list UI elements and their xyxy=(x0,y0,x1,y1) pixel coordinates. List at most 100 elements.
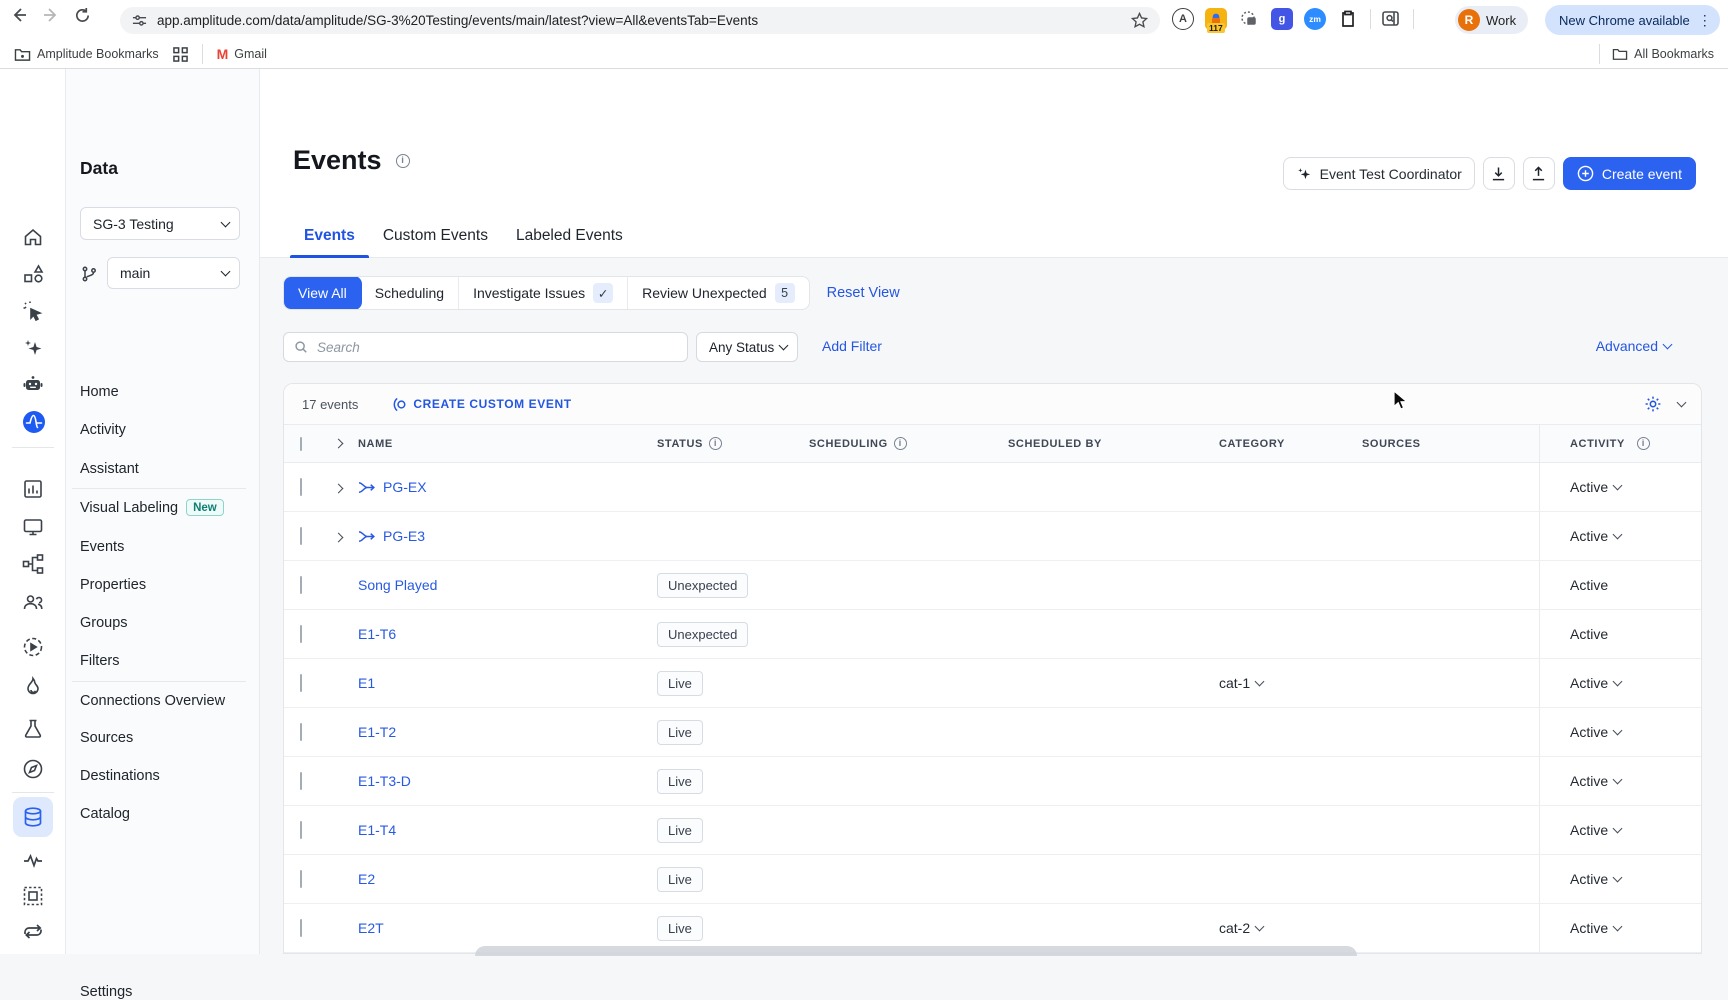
swap-arrows-icon[interactable] xyxy=(22,920,44,942)
column-scheduled-by[interactable]: SCHEDULED BY xyxy=(1008,438,1209,450)
url-text[interactable]: app.amplitude.com/data/amplitude/SG-3%20… xyxy=(157,13,1131,28)
extension-g-icon[interactable]: g xyxy=(1271,8,1293,30)
sidebar-item-connections-overview[interactable]: Connections Overview xyxy=(80,693,225,709)
event-name-link[interactable]: E1 xyxy=(358,675,375,691)
status-filter-dropdown[interactable]: Any Status xyxy=(696,332,798,362)
monitor-icon[interactable] xyxy=(22,516,44,538)
users-icon[interactable] xyxy=(22,591,44,613)
category-dropdown[interactable]: cat-2 xyxy=(1209,920,1362,936)
table-row[interactable]: PG-EX Active xyxy=(284,463,1701,512)
row-checkbox[interactable] xyxy=(300,674,302,692)
activity-dropdown[interactable]: Active xyxy=(1539,659,1699,707)
row-checkbox[interactable] xyxy=(300,478,302,496)
browser-profile-chip[interactable]: R Work xyxy=(1455,6,1528,34)
amplitude-logo-icon[interactable] xyxy=(22,410,44,432)
row-checkbox[interactable] xyxy=(300,821,302,839)
project-select[interactable]: SG-3 Testing xyxy=(80,207,240,240)
sidebar-item-properties[interactable]: Properties xyxy=(80,577,146,593)
sidebar-item-destinations[interactable]: Destinations xyxy=(80,768,160,784)
row-checkbox[interactable] xyxy=(300,625,302,643)
column-category[interactable]: CATEGORY xyxy=(1209,438,1362,450)
event-name-link[interactable]: PG-E3 xyxy=(383,528,425,544)
sidebar-item-groups[interactable]: Groups xyxy=(80,615,128,631)
expand-chevron-icon[interactable] xyxy=(334,533,344,543)
column-scheduling[interactable]: SCHEDULINGi xyxy=(809,437,1008,450)
event-name-link[interactable]: Song Played xyxy=(358,577,437,593)
extension-a-icon[interactable]: A xyxy=(1172,8,1194,30)
activity-dropdown[interactable]: Active xyxy=(1539,708,1699,756)
extension-zm-icon[interactable]: zm xyxy=(1304,8,1326,30)
signal-pulse-icon[interactable] xyxy=(22,849,44,871)
all-bookmarks[interactable]: All Bookmarks xyxy=(1612,47,1714,61)
chevron-down-icon[interactable] xyxy=(1677,398,1687,408)
activity-dropdown[interactable]: Active xyxy=(1539,757,1699,805)
row-checkbox[interactable] xyxy=(300,723,302,741)
bookmark-folder[interactable]: Amplitude Bookmarks xyxy=(14,47,159,62)
expand-chevron-icon[interactable] xyxy=(334,484,344,494)
column-sources[interactable]: SOURCES xyxy=(1362,438,1539,450)
sidebar-item-assistant[interactable]: Assistant xyxy=(80,461,139,477)
segment-view-all[interactable]: View All xyxy=(283,276,362,310)
table-row[interactable]: PG-E3 Active xyxy=(284,512,1701,561)
category-dropdown[interactable]: cat-1 xyxy=(1209,675,1362,691)
activity-dropdown[interactable]: Active xyxy=(1539,463,1699,511)
table-row[interactable]: Song Played Unexpected Active xyxy=(284,561,1701,610)
segment-review-unexpected[interactable]: Review Unexpected5 xyxy=(628,277,809,309)
sidebar-item-sources[interactable]: Sources xyxy=(80,730,133,746)
column-status[interactable]: STATUSi xyxy=(657,437,809,450)
chart-icon[interactable] xyxy=(22,478,44,500)
chrome-update-chip[interactable]: New Chrome available ⋮ xyxy=(1545,5,1720,35)
branch-select[interactable]: main xyxy=(107,257,240,289)
activity-dropdown[interactable]: Active xyxy=(1539,806,1699,854)
sidebar-item-catalog[interactable]: Catalog xyxy=(80,806,130,822)
extension-clipboard-icon[interactable] xyxy=(1337,8,1359,30)
add-filter-link[interactable]: Add Filter xyxy=(822,338,882,354)
event-name-link[interactable]: E2 xyxy=(358,871,375,887)
flame-icon[interactable] xyxy=(22,676,44,698)
column-activity[interactable]: ACTIVITYi xyxy=(1539,425,1699,462)
tab-custom-events[interactable]: Custom Events xyxy=(369,227,502,257)
sidebar-item-activity[interactable]: Activity xyxy=(80,422,126,438)
tab-labeled-events[interactable]: Labeled Events xyxy=(502,227,637,257)
row-checkbox[interactable] xyxy=(300,527,302,545)
site-settings-icon[interactable] xyxy=(132,13,147,28)
activity-dropdown[interactable]: Active xyxy=(1539,855,1699,903)
row-checkbox[interactable] xyxy=(300,870,302,888)
dashed-square-icon[interactable] xyxy=(22,885,44,907)
event-name-link[interactable]: E1-T2 xyxy=(358,724,396,740)
table-row[interactable]: E1 Live cat-1 Active xyxy=(284,659,1701,708)
cursor-click-icon[interactable] xyxy=(22,300,44,322)
shapes-icon[interactable] xyxy=(22,263,44,285)
select-all-checkbox[interactable] xyxy=(300,437,302,451)
table-row[interactable]: E2 Live Active xyxy=(284,855,1701,904)
extension-counter-icon[interactable]: 117 xyxy=(1205,8,1227,30)
sidebar-item-home[interactable]: Home xyxy=(80,384,119,400)
event-name-link[interactable]: E2T xyxy=(358,920,384,936)
forward-icon[interactable] xyxy=(42,6,60,24)
tab-search-icon[interactable] xyxy=(1382,10,1402,28)
back-icon[interactable] xyxy=(10,6,28,24)
reload-icon[interactable] xyxy=(74,7,91,24)
download-button[interactable] xyxy=(1483,157,1515,190)
browser-menu-icon[interactable]: ⋮ xyxy=(1698,12,1712,29)
event-test-coordinator-button[interactable]: Event Test Coordinator xyxy=(1283,157,1475,190)
sidebar-item-visual-labeling[interactable]: Visual LabelingNew xyxy=(80,499,224,516)
column-name[interactable]: NAME xyxy=(358,438,657,450)
apps-grid-icon[interactable] xyxy=(173,47,188,62)
sidebar-item-filters[interactable]: Filters xyxy=(80,653,119,669)
create-event-button[interactable]: Create event xyxy=(1563,157,1696,190)
home-icon[interactable] xyxy=(22,226,44,248)
chevron-right-icon[interactable] xyxy=(334,438,344,448)
table-row[interactable]: E1-T4 Live Active xyxy=(284,806,1701,855)
event-name-link[interactable]: E1-T4 xyxy=(358,822,396,838)
reset-view-link[interactable]: Reset View xyxy=(827,285,900,301)
sparkles-icon[interactable] xyxy=(22,337,44,359)
info-icon[interactable]: i xyxy=(396,154,410,168)
create-custom-event-link[interactable]: CREATE CUSTOM EVENT xyxy=(392,397,571,412)
bookmark-star-icon[interactable] xyxy=(1131,12,1148,29)
url-bar[interactable]: app.amplitude.com/data/amplitude/SG-3%20… xyxy=(120,7,1160,34)
event-name-link[interactable]: PG-EX xyxy=(383,479,427,495)
tab-events[interactable]: Events xyxy=(290,227,369,257)
segment-scheduling[interactable]: Scheduling xyxy=(361,277,459,309)
table-search-input[interactable]: Search xyxy=(283,332,688,362)
